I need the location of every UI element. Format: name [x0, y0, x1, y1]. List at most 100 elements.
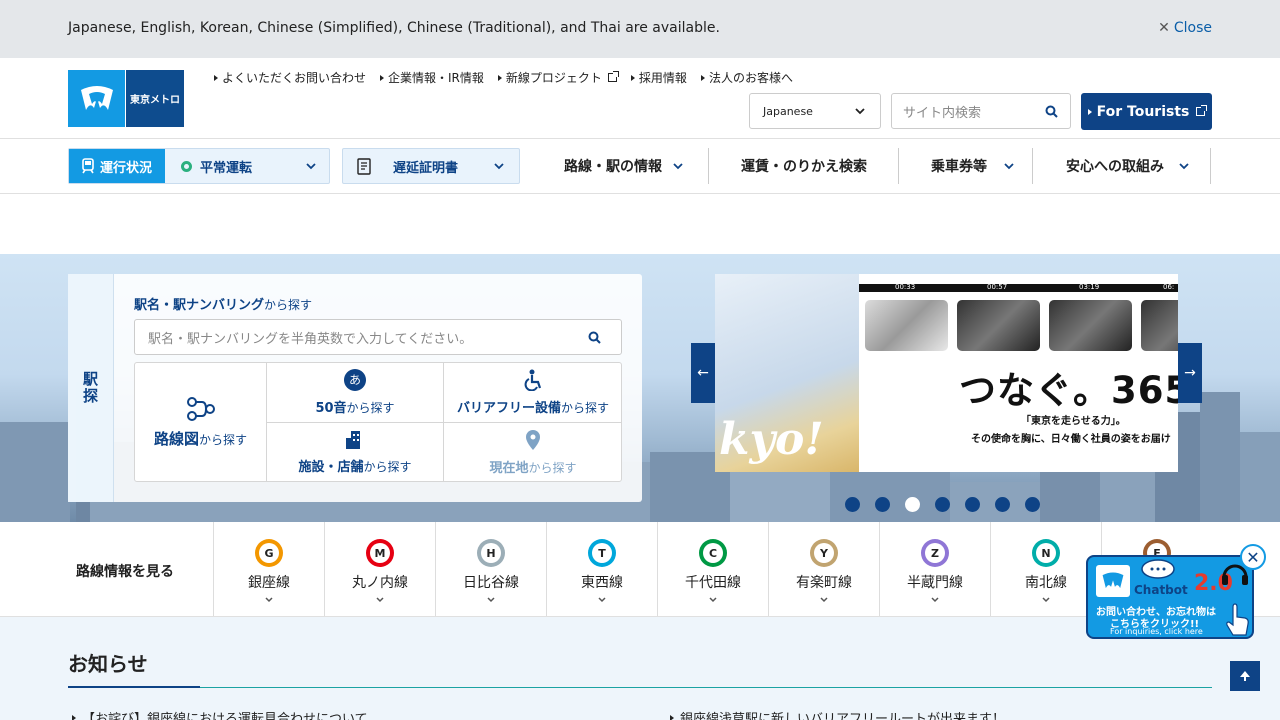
banner-time-strip: 00:33 00:57 03:19 06:	[859, 283, 1178, 292]
carousel-dot-active[interactable]	[905, 497, 920, 512]
nav-divider	[898, 148, 899, 184]
banner-subtitle: その使命を胸に、日々働く社員の姿をお届け	[971, 434, 1171, 445]
chatbot-text: For inquiries, click here	[1110, 627, 1203, 636]
tokyo-metro-logo[interactable]: 東京メトロ	[68, 70, 184, 127]
site-search-placeholder: サイト内検索	[903, 105, 982, 121]
external-link-icon	[1196, 105, 1208, 116]
triangle-right-icon	[1087, 108, 1092, 115]
banner-subtitle: 「東京を走らせる力」。	[1021, 416, 1126, 427]
nav-divider	[1210, 148, 1211, 184]
link-recruit[interactable]: 採用情報	[630, 69, 687, 86]
triangle-right-icon	[72, 714, 76, 720]
triangle-right-icon	[214, 74, 218, 81]
search-by-barrier-free[interactable]: バリアフリー設備から探す	[444, 363, 622, 422]
line-name: 有楽町線	[796, 575, 852, 591]
carousel-dot[interactable]	[935, 497, 950, 512]
line-item[interactable]: H 日比谷線	[435, 522, 546, 616]
link-corporate-customers[interactable]: 法人のお客様へ	[700, 69, 793, 86]
search-by-facilities[interactable]: 施設・店舗から探す	[267, 423, 443, 481]
language-selected: Japanese	[763, 104, 813, 118]
triangle-right-icon	[630, 74, 635, 81]
search-by-kana[interactable]: あ 50音から探す	[267, 363, 443, 422]
location-pin-icon	[526, 429, 540, 450]
line-badge-icon: H	[477, 539, 505, 567]
carousel-dot[interactable]	[995, 497, 1010, 512]
close-icon: ✕	[1246, 547, 1260, 567]
carousel-prev-button[interactable]: ←	[691, 343, 715, 403]
chatbot-name: Chatbot	[1134, 583, 1188, 597]
triangle-right-icon	[700, 74, 705, 81]
nav-safety[interactable]: 安心への取組み	[1066, 148, 1190, 184]
line-name: 千代田線	[685, 575, 741, 591]
station-search-side-label: 駅探	[68, 274, 114, 502]
line-item[interactable]: C 千代田線	[657, 522, 768, 616]
banner-photo	[1049, 300, 1132, 351]
carousel-dot[interactable]	[965, 497, 980, 512]
chevron-down-icon	[855, 108, 865, 115]
news-divider	[68, 687, 1212, 688]
search-by-route-map[interactable]: 路線図から探す	[135, 363, 266, 481]
operation-status[interactable]: 運行状況 平常運転	[68, 148, 330, 184]
line-badge-icon: Z	[921, 539, 949, 567]
nav-divider	[708, 148, 709, 184]
line-item[interactable]: T 東西線	[546, 522, 657, 616]
station-search-input[interactable]: 駅名・駅ナンバリングを半角英数で入力してください。	[134, 319, 622, 355]
site-search-input[interactable]: サイト内検索	[891, 93, 1071, 129]
link-new-line-project[interactable]: 新線プロジェクト	[497, 69, 619, 86]
link-corporate-ir[interactable]: 企業情報・IR情報	[380, 69, 484, 86]
header-divider	[0, 138, 1280, 139]
svg-text:あ: あ	[349, 373, 361, 387]
nav-fare-transfer[interactable]: 運賃・のりかえ検索	[741, 148, 867, 184]
chatbot-close-button[interactable]: ✕	[1240, 544, 1266, 570]
news-item[interactable]: 【お詫び】銀座線における運転見合わせについて	[72, 708, 368, 720]
line-info-heading: 路線情報を見る	[76, 564, 174, 580]
line-name: 半蔵門線	[907, 575, 963, 591]
delay-certificate-button[interactable]: 遅延証明書	[342, 148, 520, 184]
operation-status-label-box: 運行状況	[69, 149, 165, 183]
for-tourists-button[interactable]: For Tourists	[1081, 93, 1212, 130]
line-item[interactable]: G 銀座線	[213, 522, 324, 616]
page-top-button[interactable]	[1230, 661, 1260, 691]
carousel-slide[interactable]: kyo! 00:33 00:57 03:19 06: つなぐ。365 「東京を走…	[715, 274, 1178, 472]
line-item[interactable]: M 丸ノ内線	[324, 522, 435, 616]
language-banner: Japanese, English, Korean, Chinese (Simp…	[0, 0, 1280, 58]
wheelchair-icon	[524, 369, 542, 391]
search-icon[interactable]	[588, 331, 601, 344]
carousel-dot[interactable]	[1025, 497, 1040, 512]
banner-photo	[1141, 300, 1178, 351]
line-item[interactable]: N 南北線	[990, 522, 1101, 616]
nav-tickets[interactable]: 乗車券等	[931, 148, 1015, 184]
line-badge-icon: Y	[810, 539, 838, 567]
chevron-down-icon	[494, 163, 504, 170]
search-by-current-location[interactable]: 現在地から探す	[444, 423, 622, 481]
link-faq[interactable]: よくいただくお問い合わせ	[214, 69, 366, 86]
chevron-down-icon	[376, 597, 384, 603]
document-icon	[357, 157, 371, 175]
nav-routes-stations[interactable]: 路線・駅の情報	[564, 148, 684, 184]
carousel-next-button[interactable]: →	[1178, 343, 1202, 403]
logo-name: 東京メトロ	[126, 70, 184, 127]
line-name: 丸ノ内線	[352, 575, 408, 591]
search-icon[interactable]	[1045, 105, 1058, 118]
language-banner-close-button[interactable]: ✕ Close	[1158, 20, 1212, 36]
language-select[interactable]: Japanese	[749, 93, 881, 129]
close-icon: ✕	[1158, 20, 1170, 36]
line-name: 日比谷線	[463, 575, 519, 591]
station-search-options: 路線図から探す あ 50音から探す バリアフリー設備から探す 施設・店舗から探す…	[134, 362, 622, 482]
delay-certificate-label: 遅延証明書	[393, 160, 459, 176]
for-tourists-label: For Tourists	[1096, 103, 1190, 120]
station-search-title: 駅名・駅ナンバリングから探す	[134, 298, 313, 313]
line-item[interactable]: Y 有楽町線	[768, 522, 879, 616]
carousel-dot[interactable]	[845, 497, 860, 512]
banner-photo	[865, 300, 948, 351]
banner-kyo-text: kyo!	[719, 414, 824, 465]
train-icon	[82, 158, 94, 174]
metro-logo-icon	[68, 70, 125, 127]
chatbot-widget[interactable]: Chatbot 2.0 お問い合わせ、お忘れ物は こちらをクリック!! For …	[1086, 555, 1254, 639]
news-item[interactable]: 銀座線浅草駅に新しいバリアフリールートが出来ます！	[670, 708, 1005, 720]
operation-status-label: 運行状況	[99, 160, 152, 176]
line-item[interactable]: Z 半蔵門線	[879, 522, 990, 616]
banner-headline: つなぐ。365	[959, 369, 1178, 412]
chevron-down-icon	[931, 597, 939, 603]
carousel-dot[interactable]	[875, 497, 890, 512]
